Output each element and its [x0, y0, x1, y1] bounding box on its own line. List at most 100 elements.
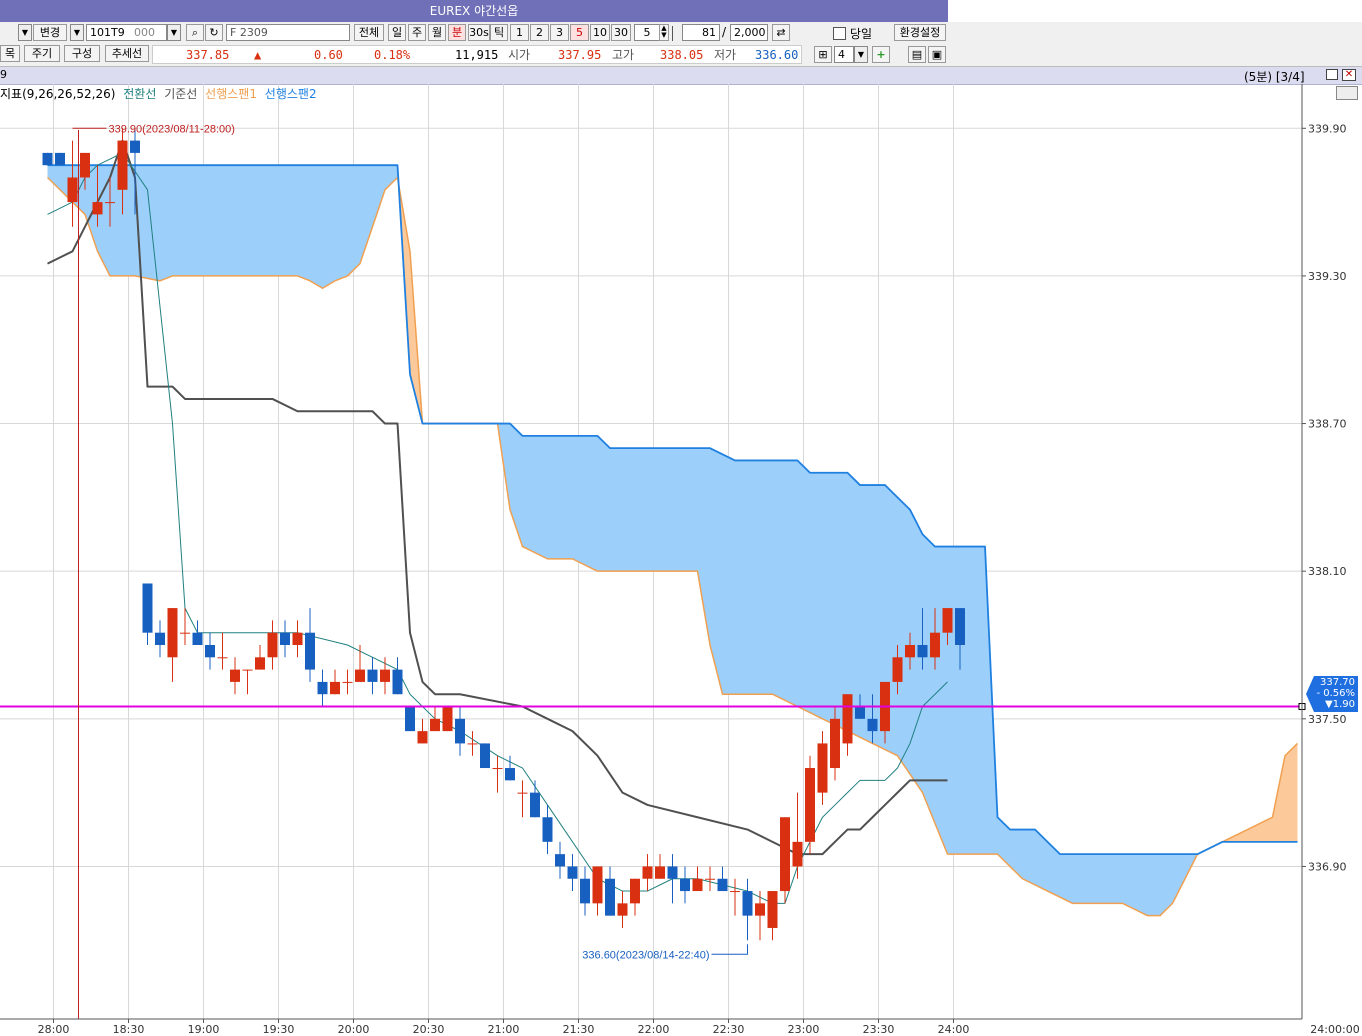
- current-price: 337.85: [186, 48, 230, 62]
- code-dropdown-icon[interactable]: ▼: [70, 24, 84, 41]
- contract-input[interactable]: F 2309: [226, 24, 350, 41]
- candle-body: [155, 632, 165, 645]
- candle-body: [142, 583, 153, 633]
- y-tick-label: 336.90: [1308, 860, 1347, 873]
- period-button[interactable]: 주기: [24, 45, 60, 62]
- interval-3-button[interactable]: 3: [550, 24, 569, 41]
- candle-body: [267, 632, 278, 658]
- ichimoku-chart[interactable]: 339.90(2023/08/11-28:00) 336.60(2023/08/1…: [0, 84, 1362, 1036]
- cloud-segment: [210, 165, 223, 276]
- interval-5-button[interactable]: 5: [570, 24, 589, 41]
- week-button[interactable]: 주: [408, 24, 426, 41]
- price-tag-pct: - 0.56%: [1316, 688, 1355, 699]
- scroll-handle[interactable]: [1336, 86, 1358, 100]
- y-tick-label: 337.50: [1308, 713, 1347, 726]
- price-change: 0.60: [314, 48, 343, 62]
- total-input[interactable]: 2,000: [730, 24, 768, 41]
- candle-body: [842, 694, 853, 744]
- separator: [672, 26, 673, 41]
- candle-body: [530, 792, 540, 818]
- low-marker-line: [711, 944, 748, 955]
- layout-count[interactable]: 4: [834, 46, 854, 63]
- window-title-bar: EUREX 야간선옵: [0, 0, 948, 22]
- interval-1-button[interactable]: 1: [510, 24, 529, 41]
- count-input[interactable]: 81: [682, 24, 720, 41]
- candle-body: [392, 669, 403, 695]
- cloud-segment: [835, 472, 848, 732]
- cloud-segment: [1085, 854, 1098, 904]
- cloud-segment: [1060, 854, 1073, 904]
- sameday-checkbox[interactable]: [833, 27, 846, 40]
- item-button[interactable]: 목: [0, 45, 20, 62]
- candle-body: [892, 657, 903, 682]
- candle-body: [342, 681, 353, 683]
- candle-body: [80, 152, 90, 178]
- cloud-segment: [1147, 854, 1160, 916]
- cloud-segment: [685, 448, 698, 572]
- candle-body: [555, 854, 565, 867]
- code-input[interactable]: 101T9: [86, 24, 132, 41]
- settings-button[interactable]: 환경설정: [894, 24, 946, 41]
- interval-2-button[interactable]: 2: [530, 24, 549, 41]
- cloud-segment: [972, 546, 985, 855]
- day-button[interactable]: 일: [388, 24, 406, 41]
- candle-body: [655, 866, 665, 879]
- cloud-segment: [585, 435, 598, 572]
- x-tick-label: 23:30: [863, 1023, 895, 1036]
- change-button[interactable]: 변경: [33, 24, 67, 41]
- print-icon[interactable]: ▣: [928, 46, 946, 63]
- all-button[interactable]: 전체: [354, 24, 384, 41]
- cloud-segment: [335, 165, 348, 281]
- cloud-segment: [222, 165, 235, 276]
- cloud-segment: [947, 546, 960, 855]
- save-icon[interactable]: ▤: [908, 46, 926, 63]
- interval-30-button[interactable]: 30: [611, 24, 631, 41]
- legend-span2: 선행스팬2: [264, 87, 317, 101]
- legend-indicator: 지표(9,26,26,52,26): [0, 87, 116, 101]
- candle-body: [592, 866, 603, 904]
- code-suffix-input[interactable]: 000: [131, 24, 167, 41]
- candle-body: [867, 718, 878, 732]
- candle-body: [667, 866, 678, 879]
- cloud-segment: [660, 448, 673, 572]
- x-tick-label: 20:00: [338, 1023, 370, 1036]
- minute-button[interactable]: 분: [448, 24, 466, 41]
- layout-dropdown-icon[interactable]: ▼: [854, 46, 868, 63]
- cloud-segment: [347, 165, 360, 276]
- cloud-segment: [260, 165, 273, 276]
- expand-arrows-icon[interactable]: ⇄: [772, 24, 790, 41]
- legend-base: 기준선: [164, 87, 198, 101]
- month-button[interactable]: 월: [428, 24, 446, 41]
- refresh-icon[interactable]: ↻: [205, 24, 223, 41]
- maximize-icon[interactable]: [1326, 69, 1338, 80]
- candle-body: [292, 632, 303, 645]
- y-tick-label: 339.30: [1308, 270, 1347, 283]
- candle-body: [467, 743, 478, 745]
- cloud-segment: [735, 460, 748, 695]
- candle-body: [717, 878, 728, 892]
- tick-button[interactable]: 틱: [490, 24, 508, 41]
- search-icon[interactable]: ⌕: [186, 24, 204, 41]
- open-label: 시가: [508, 48, 531, 62]
- candle-body: [405, 706, 415, 732]
- dropdown-arrow-icon[interactable]: ▼: [18, 24, 32, 41]
- cloud-segment: [747, 460, 760, 695]
- compose-button[interactable]: 구성: [64, 45, 100, 62]
- high-marker-label: 339.90(2023/08/11-28:00): [109, 123, 235, 135]
- cloud-segment: [810, 472, 823, 719]
- cloud-segment: [822, 472, 835, 725]
- sec30-button[interactable]: 30s: [468, 24, 490, 41]
- period-input[interactable]: 5: [634, 24, 660, 41]
- layout-grid-icon[interactable]: ⊞: [814, 46, 832, 63]
- cloud-segment: [297, 165, 310, 281]
- cloud-segment: [622, 448, 635, 572]
- period-spinner-icon[interactable]: ▲ ▼: [659, 24, 669, 41]
- candle-body: [755, 903, 765, 916]
- close-icon[interactable]: ✕: [1342, 69, 1356, 81]
- candle-body: [517, 792, 528, 794]
- code-suffix-dropdown-icon[interactable]: ▼: [167, 24, 181, 41]
- cloud-segment: [672, 448, 685, 572]
- interval-10-button[interactable]: 10: [590, 24, 610, 41]
- add-icon[interactable]: +: [872, 46, 890, 63]
- trend-button[interactable]: 추세선: [105, 45, 149, 62]
